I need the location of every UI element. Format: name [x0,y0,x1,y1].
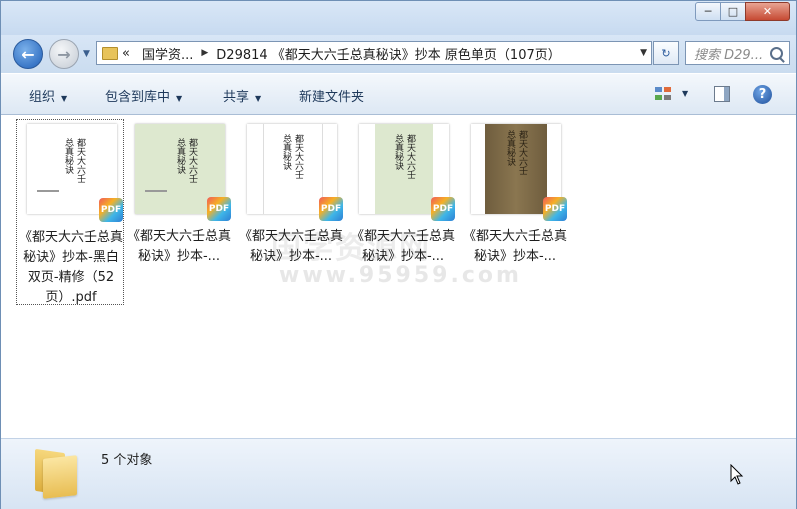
thumbnail-title: 都天大六壬 [75,138,85,183]
thumbnail-title: 都天大六壬 [293,134,303,179]
explorer-window: ─ □ ✕ ← → ▼ « 国学资... ▶ D29814 《都天大六壬总真秘诀… [0,0,797,509]
view-dropdown-icon[interactable]: ▼ [682,89,688,98]
organize-label: 组织 [29,90,56,105]
file-name: 《都天大六壬总真秘诀》抄本-... [238,229,343,264]
help-icon[interactable]: ? [753,85,772,104]
share-label: 共享 [223,90,250,105]
thumbnail-title: 都天大六壬 [405,134,415,179]
share-button[interactable]: 共享 ▼ [223,86,261,105]
window-controls: ─ □ ✕ [695,2,790,21]
file-name: 《都天大六壬总真秘诀》抄本-黑白双页-精修（52页）.pdf [18,230,123,305]
pdf-icon: PDF [543,197,567,221]
thumbnail-title: 都天大六壬 [517,130,527,175]
search-icon[interactable] [770,47,783,60]
pdf-icon: PDF [207,197,231,221]
close-button[interactable]: ✕ [745,2,790,21]
file-item[interactable]: 都天大六壬 总真秘诀 PDF 《都天大六壬总真秘诀》抄本-... [237,119,345,269]
folder-icon [102,46,118,60]
address-bar[interactable]: « 国学资... ▶ D29814 《都天大六壬总真秘诀》抄本 原色单页（107… [96,41,652,65]
file-name: 《都天大六壬总真秘诀》抄本-... [350,229,455,264]
item-count: 5 个对象 [101,453,153,468]
include-in-library-label: 包含到库中 [105,90,171,105]
chevron-down-icon: ▼ [176,94,183,103]
chevron-down-icon[interactable]: ▼ [640,48,647,58]
thumbnail-title: 都天大六壬 [187,138,197,183]
pdf-icon: PDF [99,198,123,222]
title-bar: ─ □ ✕ [1,1,796,35]
navigation-bar: ← → ▼ « 国学资... ▶ D29814 《都天大六壬总真秘诀》抄本 原色… [1,35,796,73]
folder-icon [35,447,79,499]
file-item[interactable]: 都天大六壬 总真秘诀 PDF 《都天大六壬总真秘诀》抄本-... [349,119,457,269]
thumbnail-title: 总真秘诀 [281,134,291,170]
file-name: 《都天大六壬总真秘诀》抄本-... [126,229,231,264]
file-item[interactable]: 都天大六壬 总真秘诀 PDF 《都天大六壬总真秘诀》抄本-黑白双页-精修（52页… [16,119,124,305]
command-bar: 组织 ▼ 包含到库中 ▼ 共享 ▼ 新建文件夹 ▼ ? [1,73,796,115]
minimize-button[interactable]: ─ [695,2,721,21]
view-options-icon[interactable] [655,87,673,101]
search-placeholder: 搜索 D29... [694,47,764,63]
new-folder-label: 新建文件夹 [299,90,365,105]
chevron-down-icon: ▼ [61,94,68,103]
new-folder-button[interactable]: 新建文件夹 [299,86,364,105]
breadcrumb-item-current[interactable]: D29814 《都天大六壬总真秘诀》抄本 原色单页（107页） [216,44,560,63]
maximize-button[interactable]: □ [720,2,746,21]
refresh-button[interactable]: ↻ [653,41,679,65]
chevron-down-icon: ▼ [255,94,262,103]
file-name: 《都天大六壬总真秘诀》抄本-... [462,229,567,264]
organize-button[interactable]: 组织 ▼ [29,86,67,105]
mouse-cursor-icon [730,464,744,485]
back-button[interactable]: ← [13,39,43,69]
chevron-right-icon[interactable]: ▶ [201,48,208,58]
file-item[interactable]: 都天大六壬 总真秘诀 PDF 《都天大六壬总真秘诀》抄本-... [125,119,233,269]
breadcrumb-overflow[interactable]: « [122,46,130,61]
include-in-library-button[interactable]: 包含到库中 ▼ [105,86,182,105]
thumbnail-title: 总真秘诀 [63,138,73,174]
details-pane: 5 个对象 [1,438,796,509]
recent-pages-dropdown[interactable]: ▼ [83,49,90,59]
forward-button[interactable]: → [49,39,79,69]
breadcrumb-item-parent[interactable]: 国学资... [142,44,193,63]
file-item[interactable]: 都天大六壬 总真秘诀 PDF 《都天大六壬总真秘诀》抄本-... [461,119,569,269]
pdf-icon: PDF [319,197,343,221]
pdf-icon: PDF [431,197,455,221]
search-input[interactable]: 搜索 D29... [685,41,790,65]
thumbnail-title: 总真秘诀 [505,130,515,166]
thumbnail-title: 总真秘诀 [393,134,403,170]
thumbnail-title: 总真秘诀 [175,138,185,174]
preview-pane-icon[interactable] [714,86,730,102]
